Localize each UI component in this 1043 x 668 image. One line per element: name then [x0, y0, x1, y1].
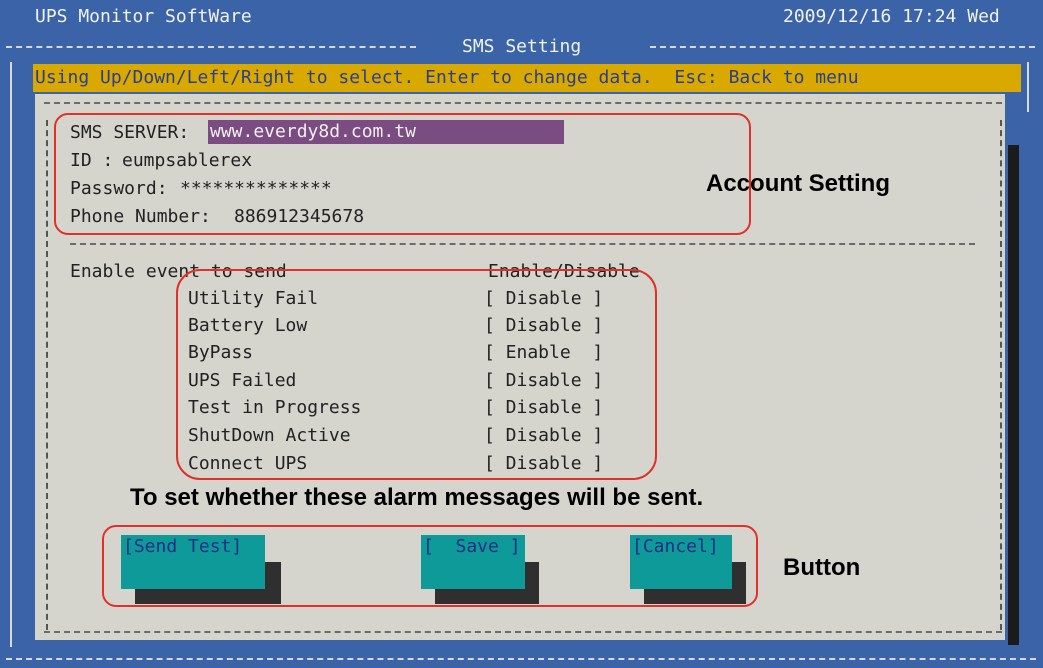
frame-left-border: [10, 62, 12, 647]
panel-bottom-divider: [44, 631, 1002, 633]
datetime: 2009/12/16 17:24 Wed: [783, 6, 1000, 27]
account-setting-annotation: Account Setting: [706, 170, 890, 197]
screen-title: SMS Setting: [462, 36, 582, 57]
account-setting-highlight: [54, 113, 751, 235]
button-annotation: Button: [783, 554, 861, 581]
buttons-highlight: [102, 525, 758, 607]
alarm-note-annotation: To set whether these alarm messages will…: [130, 484, 704, 511]
hint-bar: Using Up/Down/Left/Right to select. Ente…: [33, 64, 1021, 92]
title-divider-left: [6, 46, 416, 48]
panel-left-border: [46, 120, 48, 630]
title-divider-right: [650, 46, 1035, 48]
panel-top-divider: [44, 102, 1002, 104]
scrollbar[interactable]: [1008, 145, 1019, 645]
event-list-highlight: [176, 269, 657, 480]
section-divider: [70, 243, 975, 245]
frame-right-border: [1027, 62, 1029, 112]
panel-right-border: [1000, 120, 1002, 630]
terminal-screen: UPS Monitor SoftWare 2009/12/16 17:24 We…: [0, 0, 1043, 668]
screen-bottom-divider: [6, 658, 1036, 660]
app-title: UPS Monitor SoftWare: [35, 6, 252, 27]
